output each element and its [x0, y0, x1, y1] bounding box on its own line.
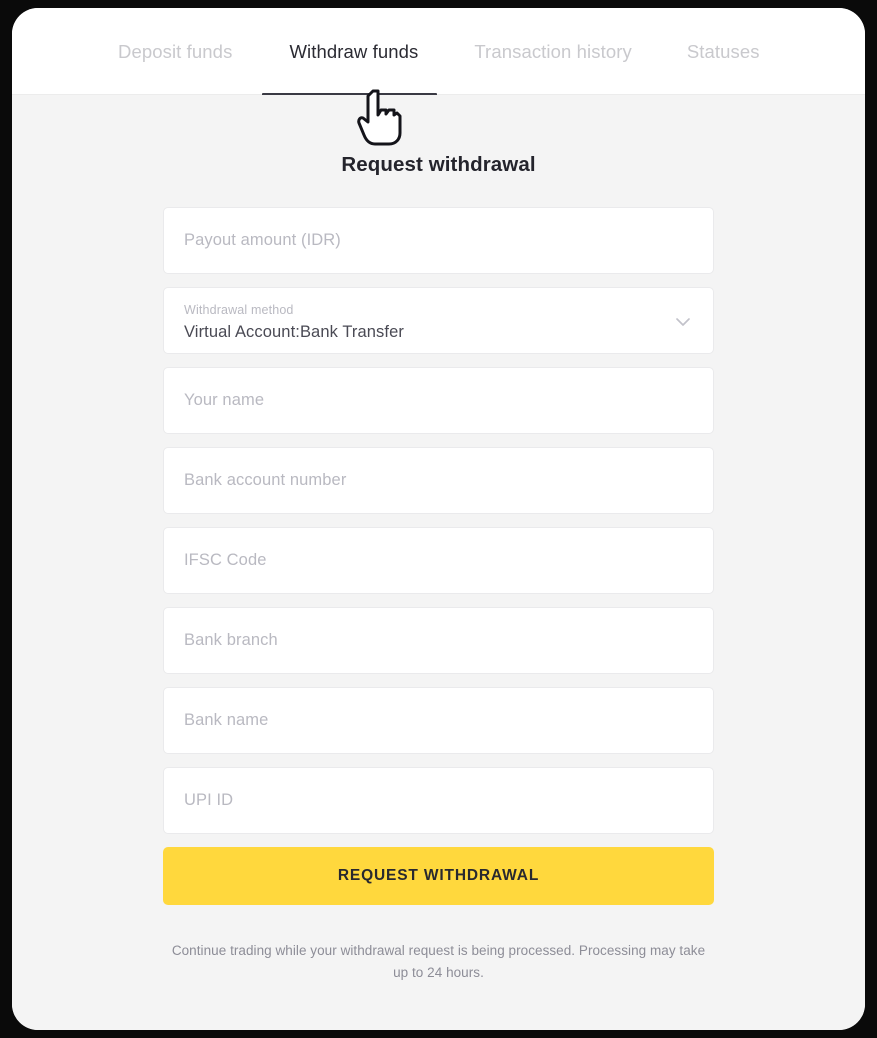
tab-bar: Deposit funds Withdraw funds Transaction… [12, 8, 865, 96]
bank-name-input[interactable]: Bank name [163, 687, 714, 754]
tab-list: Deposit funds Withdraw funds Transaction… [12, 8, 865, 95]
upi-id-input[interactable]: UPI ID [163, 767, 714, 834]
bank-name-placeholder: Bank name [184, 711, 269, 729]
ifsc-code-placeholder: IFSC Code [184, 551, 267, 569]
your-name-placeholder: Your name [184, 391, 265, 409]
device-frame: Deposit funds Withdraw funds Transaction… [0, 0, 877, 1038]
withdrawal-method-label: Withdrawal method [184, 303, 294, 317]
bank-account-number-placeholder: Bank account number [184, 471, 347, 489]
withdrawal-method-select[interactable]: Withdrawal method Virtual Account:Bank T… [163, 287, 714, 354]
your-name-input[interactable]: Your name [163, 367, 714, 434]
tab-transaction-history[interactable]: Transaction history [474, 41, 632, 63]
withdrawal-form: Payout amount (IDR) Withdrawal method Vi… [163, 177, 714, 905]
bank-account-number-input[interactable]: Bank account number [163, 447, 714, 514]
tab-statuses[interactable]: Statuses [687, 41, 760, 63]
ifsc-code-input[interactable]: IFSC Code [163, 527, 714, 594]
withdrawal-panel: Request withdrawal Payout amount (IDR) W… [12, 95, 865, 1030]
page-title: Request withdrawal [341, 153, 536, 176]
upi-id-placeholder: UPI ID [184, 791, 234, 809]
payout-amount-input[interactable]: Payout amount (IDR) [163, 207, 714, 274]
payout-amount-placeholder: Payout amount (IDR) [184, 231, 341, 249]
request-withdrawal-button[interactable]: REQUEST WITHDRAWAL [163, 847, 714, 905]
chevron-down-icon[interactable] [673, 312, 693, 332]
bank-branch-placeholder: Bank branch [184, 631, 278, 649]
tab-deposit-funds[interactable]: Deposit funds [118, 41, 232, 63]
bank-branch-input[interactable]: Bank branch [163, 607, 714, 674]
tab-withdraw-funds[interactable]: Withdraw funds [289, 41, 418, 63]
withdrawal-method-value: Virtual Account:Bank Transfer [184, 323, 404, 341]
processing-note: Continue trading while your withdrawal r… [171, 943, 706, 980]
app-screen: Deposit funds Withdraw funds Transaction… [12, 8, 865, 1030]
